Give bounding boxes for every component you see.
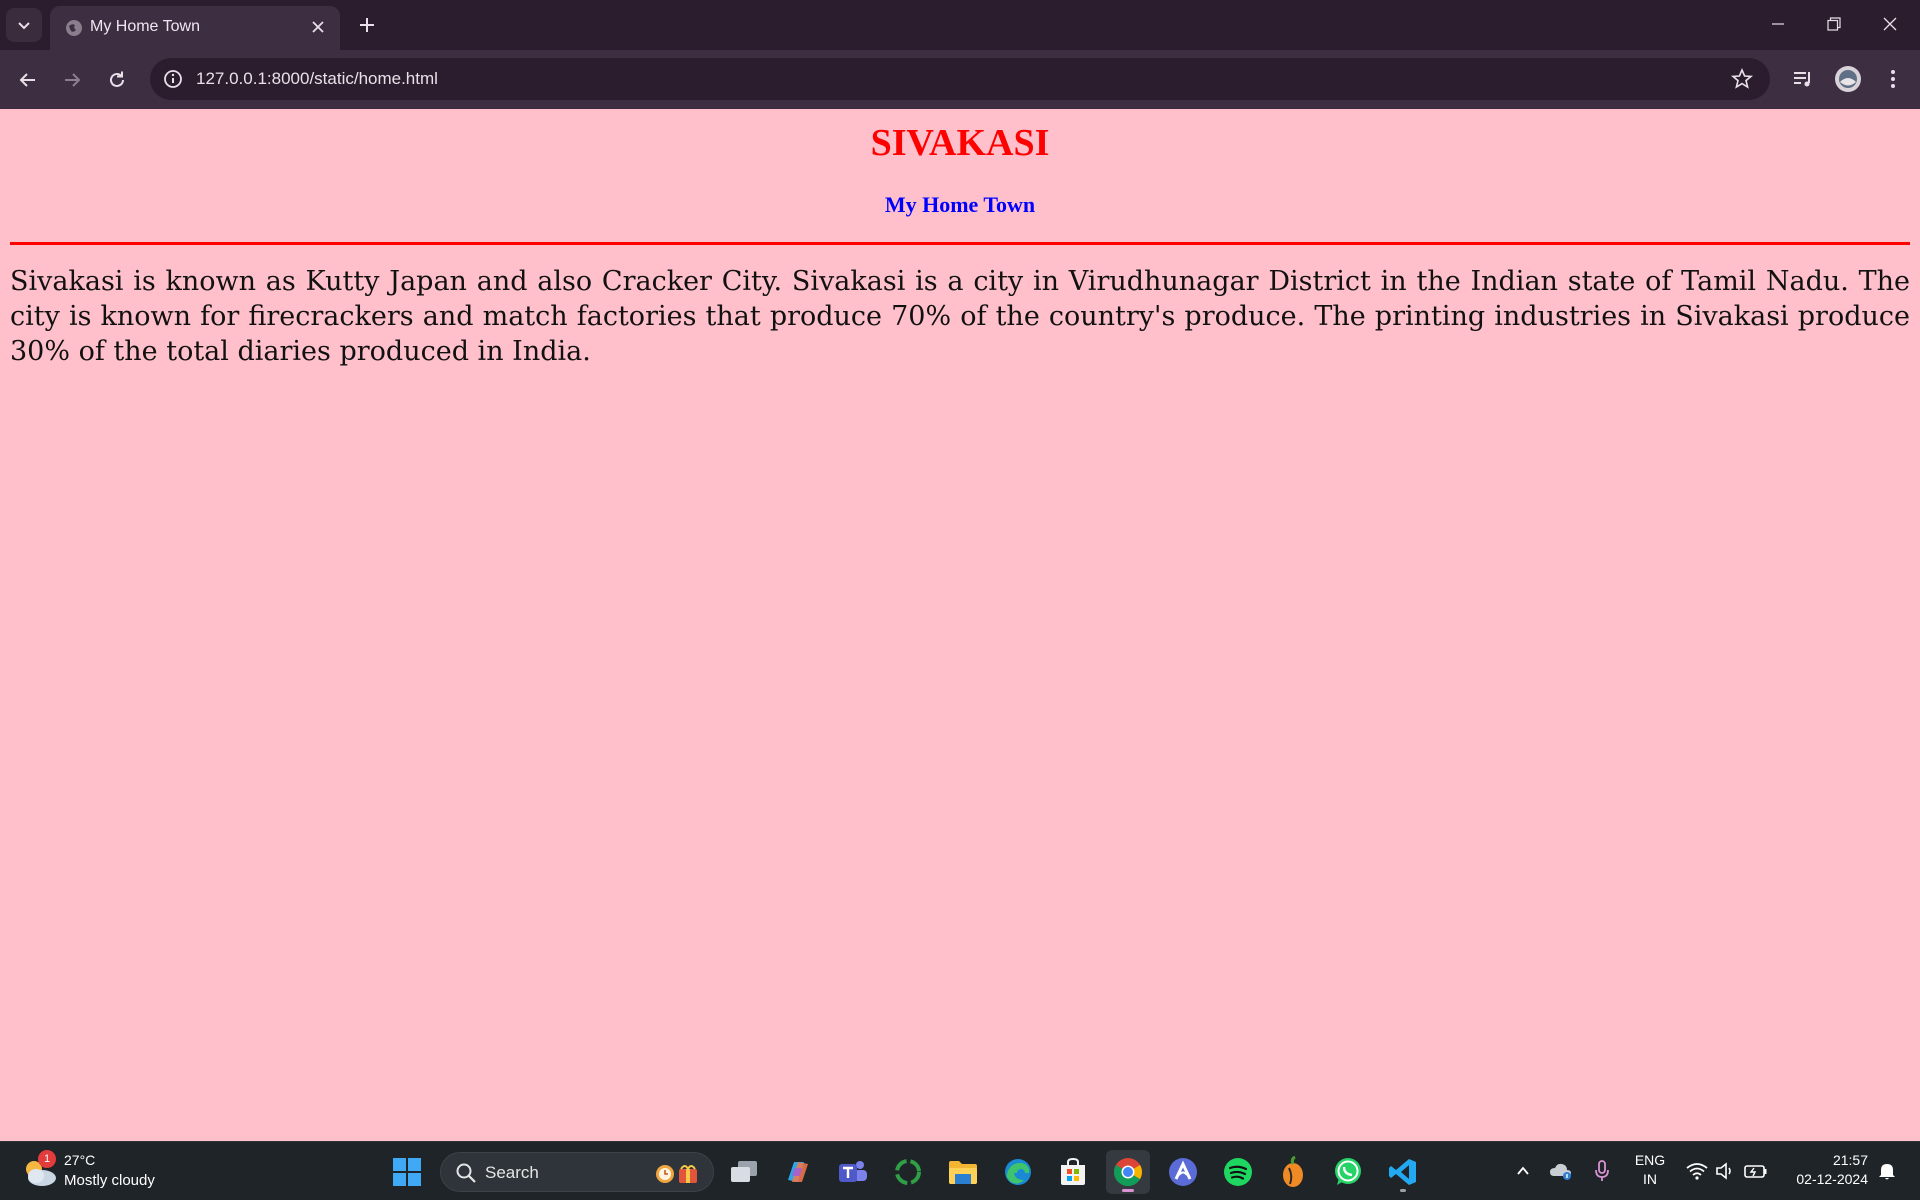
- arc-icon: [1169, 1158, 1197, 1186]
- show-hidden-icons-button[interactable]: [1509, 1157, 1537, 1185]
- url-text[interactable]: 127.0.0.1:8000/static/home.html: [196, 69, 438, 89]
- window-close-button[interactable]: [1862, 4, 1918, 44]
- arrow-right-icon: [65, 73, 81, 87]
- plus-icon: [360, 18, 374, 32]
- back-button[interactable]: [10, 62, 46, 98]
- reload-button[interactable]: [99, 62, 135, 98]
- onedrive-tray-button[interactable]: [1547, 1157, 1575, 1185]
- restore-icon: [1827, 17, 1841, 31]
- arrow-left-icon: [19, 73, 35, 87]
- microphone-tray-button[interactable]: [1588, 1157, 1616, 1185]
- language-indicator[interactable]: ENG IN: [1632, 1151, 1668, 1189]
- new-tab-button[interactable]: [352, 10, 382, 40]
- chevron-up-icon: [1517, 1166, 1529, 1175]
- fruit-icon: [1283, 1156, 1303, 1187]
- file-explorer-button[interactable]: [941, 1150, 985, 1194]
- reload-icon: [110, 71, 124, 87]
- whatsapp-button[interactable]: [1326, 1150, 1370, 1194]
- chevron-down-icon: [18, 22, 30, 30]
- active-indicator: [1122, 1189, 1134, 1192]
- edge-button[interactable]: [996, 1150, 1040, 1194]
- minimize-button[interactable]: [1750, 4, 1806, 44]
- bell-icon: [1879, 1164, 1895, 1180]
- close-icon: [1883, 17, 1897, 31]
- store-icon: [1061, 1157, 1085, 1185]
- windows-taskbar: 1 27°C Mostly cloudy Search ENG IN 21:57…: [0, 1141, 1920, 1200]
- globe-icon: [66, 20, 82, 36]
- tab-active[interactable]: My Home Town: [50, 6, 340, 50]
- search-label: Search: [485, 1163, 539, 1182]
- windows-logo-icon: [393, 1158, 421, 1186]
- menu-button[interactable]: [1878, 64, 1908, 94]
- forward-button[interactable]: [54, 62, 90, 98]
- more-vertical-icon: [1891, 70, 1895, 88]
- speaker-icon: [1716, 1162, 1731, 1180]
- start-button[interactable]: [385, 1150, 429, 1194]
- avatar: [1835, 66, 1861, 92]
- volume-tray-button[interactable]: [1712, 1157, 1740, 1185]
- tab-search-button[interactable]: [6, 8, 42, 42]
- spotify-icon: [1224, 1158, 1252, 1186]
- teams-button[interactable]: [831, 1150, 875, 1194]
- browser-tab-strip: My Home Town: [0, 0, 1920, 50]
- close-icon: [312, 21, 324, 33]
- system-clock[interactable]: 21:57 02-12-2024: [1780, 1151, 1868, 1189]
- arc-app-button[interactable]: [1161, 1150, 1205, 1194]
- restore-button[interactable]: [1806, 4, 1862, 44]
- playlist-icon: [1794, 72, 1810, 87]
- spotify-button[interactable]: [1216, 1150, 1260, 1194]
- edge-icon: [1005, 1159, 1031, 1185]
- chrome-button[interactable]: [1106, 1150, 1150, 1194]
- address-bar[interactable]: 127.0.0.1:8000/static/home.html: [150, 58, 1770, 100]
- notifications-button[interactable]: [1873, 1157, 1901, 1185]
- profile-button[interactable]: [1833, 64, 1863, 94]
- weather-widget[interactable]: 1 27°C Mostly cloudy: [20, 1150, 180, 1194]
- language-code: ENG: [1634, 1152, 1666, 1168]
- battery-tray-button[interactable]: [1742, 1157, 1770, 1185]
- vs-code-button[interactable]: [1381, 1150, 1425, 1194]
- weather-temperature: 27°C: [64, 1152, 96, 1168]
- description-paragraph: Sivakasi is known as Kutty Japan and als…: [10, 266, 1910, 367]
- microsoft-store-button[interactable]: [1051, 1150, 1095, 1194]
- page-title: SIVAKASI: [870, 122, 1050, 164]
- circle-app-button[interactable]: [886, 1150, 930, 1194]
- wifi-icon: [1686, 1163, 1708, 1180]
- folder-icon: [949, 1161, 977, 1184]
- browser-toolbar: 127.0.0.1:8000/static/home.html: [0, 50, 1920, 109]
- running-indicator: [1400, 1189, 1406, 1192]
- fl-studio-button[interactable]: [1271, 1150, 1315, 1194]
- clock-date: 02-12-2024: [1796, 1171, 1868, 1187]
- star-icon[interactable]: [1730, 67, 1754, 91]
- minimize-icon: [1772, 23, 1784, 25]
- task-view-icon: [731, 1161, 757, 1182]
- horizontal-rule: [10, 242, 1910, 245]
- circular-arrows-icon: [895, 1159, 921, 1185]
- task-view-button[interactable]: [722, 1150, 766, 1194]
- clock-time: 21:57: [1832, 1152, 1868, 1168]
- page-viewport: SIVAKASI My Home Town Sivakasi is known …: [0, 109, 1920, 1141]
- cloud-icon: [1550, 1163, 1571, 1180]
- taskbar-search[interactable]: Search: [440, 1152, 714, 1192]
- notification-badge: 1: [38, 1150, 56, 1168]
- microphone-icon: [1595, 1160, 1609, 1181]
- wifi-tray-button[interactable]: [1683, 1157, 1711, 1185]
- copilot-button[interactable]: [776, 1150, 820, 1194]
- page-subtitle: My Home Town: [884, 192, 1036, 217]
- search-highlight-icon: [656, 1165, 697, 1183]
- teams-icon: [839, 1161, 867, 1182]
- media-controls-button[interactable]: [1788, 64, 1818, 94]
- battery-icon: [1744, 1165, 1767, 1178]
- info-icon[interactable]: [160, 66, 186, 92]
- vscode-icon: [1389, 1159, 1416, 1185]
- whatsapp-icon: [1335, 1158, 1361, 1185]
- search-icon: [456, 1163, 476, 1183]
- weather-condition: Mostly cloudy: [64, 1172, 155, 1189]
- copilot-icon: [788, 1162, 808, 1182]
- tab-title: My Home Town: [90, 18, 200, 35]
- region-code: IN: [1643, 1171, 1657, 1187]
- tab-close-button[interactable]: [306, 15, 330, 39]
- chrome-icon: [1114, 1158, 1142, 1186]
